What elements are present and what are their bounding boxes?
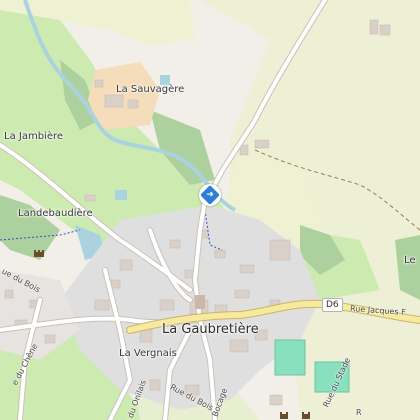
place-la-sauvagere[interactable]: La Sauvagère: [116, 84, 184, 95]
church-icon: [302, 412, 310, 419]
road-label-rue-right: R: [356, 408, 362, 417]
d6-shield: D6: [322, 298, 343, 312]
directions-icon[interactable]: ➜: [199, 184, 221, 206]
place-la-vergnais[interactable]: La Vergnais: [119, 348, 177, 359]
map-view[interactable]: La Sauvagère La Jambière Landebaudière L…: [0, 0, 420, 420]
castle-icon: [34, 250, 44, 257]
church-building: [195, 295, 205, 309]
place-la-jambiere[interactable]: La Jambière: [4, 131, 63, 142]
place-le-edge[interactable]: Le: [404, 255, 416, 266]
sports-pitch: [274, 339, 306, 376]
place-landebaudiere[interactable]: Landebaudière: [18, 208, 93, 219]
place-la-gaubretiere[interactable]: La Gaubretière: [162, 322, 259, 337]
church-icon: [280, 412, 288, 419]
